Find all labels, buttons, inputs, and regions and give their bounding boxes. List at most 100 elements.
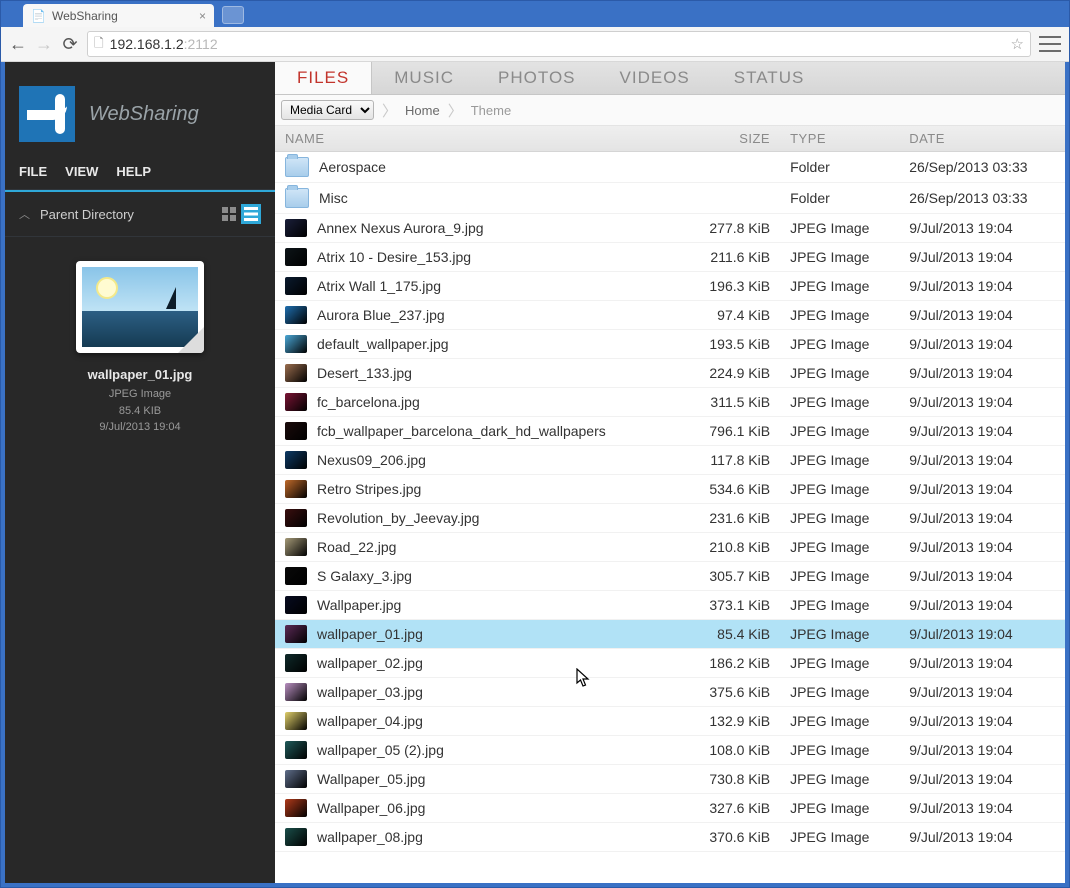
file-name: wallpaper_04.jpg	[317, 713, 423, 729]
table-row[interactable]: wallpaper_08.jpg370.6 KiBJPEG Image9/Jul…	[275, 823, 1065, 852]
image-thumb-icon	[285, 422, 307, 440]
table-row[interactable]: wallpaper_03.jpg375.6 KiBJPEG Image9/Jul…	[275, 678, 1065, 707]
file-date: 9/Jul/2013 19:04	[899, 243, 1065, 272]
file-date: 26/Sep/2013 03:33	[899, 183, 1065, 214]
parent-directory-link[interactable]: ︿ Parent Directory	[19, 206, 134, 222]
table-row[interactable]: AerospaceFolder26/Sep/2013 03:33	[275, 152, 1065, 183]
forward-button: →	[35, 35, 53, 53]
file-size: 97.4 KiB	[683, 301, 780, 330]
table-row[interactable]: Road_22.jpg210.8 KiBJPEG Image9/Jul/2013…	[275, 533, 1065, 562]
grid-view-button[interactable]	[219, 204, 239, 224]
file-name: Wallpaper_06.jpg	[317, 800, 425, 816]
sidebar: WebSharing FILE VIEW HELP ︿ Parent Directo…	[5, 62, 275, 883]
file-size: 730.8 KiB	[683, 765, 780, 794]
file-name: wallpaper_05 (2).jpg	[317, 742, 444, 758]
table-row[interactable]: wallpaper_05 (2).jpg108.0 KiBJPEG Image9…	[275, 736, 1065, 765]
file-name: fcb_wallpaper_barcelona_dark_hd_wallpape…	[317, 423, 606, 439]
file-type: JPEG Image	[780, 823, 899, 852]
col-name[interactable]: NAME	[275, 126, 683, 152]
table-row[interactable]: wallpaper_01.jpg85.4 KiBJPEG Image9/Jul/…	[275, 620, 1065, 649]
table-row[interactable]: Aurora Blue_237.jpg97.4 KiBJPEG Image9/J…	[275, 301, 1065, 330]
tab-videos[interactable]: VIDEOS	[598, 62, 712, 94]
breadcrumb-item[interactable]: Home	[405, 103, 440, 118]
file-type: JPEG Image	[780, 736, 899, 765]
table-row[interactable]: fcb_wallpaper_barcelona_dark_hd_wallpape…	[275, 417, 1065, 446]
breadcrumb-item[interactable]: Theme	[471, 103, 511, 118]
file-name: Misc	[319, 190, 348, 206]
file-date: 26/Sep/2013 03:33	[899, 152, 1065, 183]
file-type: JPEG Image	[780, 301, 899, 330]
file-table: NAME SIZE TYPE DATE AerospaceFolder26/Se…	[275, 126, 1065, 852]
table-row[interactable]: Wallpaper.jpg373.1 KiBJPEG Image9/Jul/20…	[275, 591, 1065, 620]
tab-files[interactable]: FILES	[275, 62, 372, 94]
table-row[interactable]: Wallpaper_06.jpg327.6 KiBJPEG Image9/Jul…	[275, 794, 1065, 823]
menu-help[interactable]: HELP	[116, 164, 151, 179]
brand: WebSharing	[5, 62, 275, 164]
file-size: 211.6 KiB	[683, 243, 780, 272]
menu-file[interactable]: FILE	[19, 164, 47, 179]
file-name: Nexus09_206.jpg	[317, 452, 426, 468]
image-thumb-icon	[285, 625, 307, 643]
file-size: 193.5 KiB	[683, 330, 780, 359]
file-type: JPEG Image	[780, 620, 899, 649]
table-row[interactable]: Atrix Wall 1_175.jpg196.3 KiBJPEG Image9…	[275, 272, 1065, 301]
col-size[interactable]: SIZE	[683, 126, 780, 152]
back-button[interactable]: ←	[9, 35, 27, 53]
image-thumb-icon	[285, 393, 307, 411]
file-grid-scroll[interactable]: NAME SIZE TYPE DATE AerospaceFolder26/Se…	[275, 126, 1065, 883]
table-row[interactable]: wallpaper_02.jpg186.2 KiBJPEG Image9/Jul…	[275, 649, 1065, 678]
col-type[interactable]: TYPE	[780, 126, 899, 152]
file-size	[683, 152, 780, 183]
bookmark-star-icon[interactable]: ☆	[1011, 35, 1024, 53]
file-size: 534.6 KiB	[683, 475, 780, 504]
source-select[interactable]: Media Card	[281, 100, 374, 120]
browser-toolbar: ← → ⟳ 🗋 192.168.1.2:2112 ☆	[1, 27, 1069, 62]
file-date: 9/Jul/2013 19:04	[899, 475, 1065, 504]
tab-status[interactable]: STATUS	[712, 62, 827, 94]
browser-tab[interactable]: 📄 WebSharing ×	[23, 4, 214, 27]
chevron-right-icon: 〉	[440, 100, 471, 121]
file-size: 117.8 KiB	[683, 446, 780, 475]
table-row[interactable]: S Galaxy_3.jpg305.7 KiBJPEG Image9/Jul/2…	[275, 562, 1065, 591]
table-row[interactable]: Revolution_by_Jeevay.jpg231.6 KiBJPEG Im…	[275, 504, 1065, 533]
window-maximize-button[interactable]: ☐	[1007, 1, 1036, 19]
tab-close-icon[interactable]: ×	[199, 9, 206, 23]
image-thumb-icon	[285, 248, 307, 266]
table-row[interactable]: wallpaper_04.jpg132.9 KiBJPEG Image9/Jul…	[275, 707, 1065, 736]
menu-view[interactable]: VIEW	[65, 164, 98, 179]
table-row[interactable]: Retro Stripes.jpg534.6 KiBJPEG Image9/Ju…	[275, 475, 1065, 504]
image-thumb-icon	[285, 741, 307, 759]
table-row[interactable]: Desert_133.jpg224.9 KiBJPEG Image9/Jul/2…	[275, 359, 1065, 388]
table-row[interactable]: Annex Nexus Aurora_9.jpg277.8 KiBJPEG Im…	[275, 214, 1065, 243]
preview-size: 85.4 KIB	[15, 403, 265, 420]
window-minimize-button[interactable]: ─	[978, 1, 1007, 19]
reload-button[interactable]: ⟳	[61, 35, 79, 53]
table-row[interactable]: default_wallpaper.jpg193.5 KiBJPEG Image…	[275, 330, 1065, 359]
image-thumb-icon	[285, 364, 307, 382]
table-row[interactable]: Atrix 10 - Desire_153.jpg211.6 KiBJPEG I…	[275, 243, 1065, 272]
file-type: JPEG Image	[780, 330, 899, 359]
preview-thumbnail	[76, 261, 204, 353]
table-row[interactable]: Nexus09_206.jpg117.8 KiBJPEG Image9/Jul/…	[275, 446, 1065, 475]
new-tab-button[interactable]	[222, 6, 244, 24]
file-date: 9/Jul/2013 19:04	[899, 301, 1065, 330]
tab-photos[interactable]: PHOTOS	[476, 62, 597, 94]
file-size: 196.3 KiB	[683, 272, 780, 301]
file-name: wallpaper_08.jpg	[317, 829, 423, 845]
window-close-button[interactable]: ✕	[1036, 1, 1065, 19]
table-row[interactable]: fc_barcelona.jpg311.5 KiBJPEG Image9/Jul…	[275, 388, 1065, 417]
image-thumb-icon	[285, 306, 307, 324]
file-size	[683, 183, 780, 214]
list-view-button[interactable]	[241, 204, 261, 224]
image-thumb-icon	[285, 480, 307, 498]
table-row[interactable]: MiscFolder26/Sep/2013 03:33	[275, 183, 1065, 214]
address-bar[interactable]: 🗋 192.168.1.2:2112 ☆	[87, 31, 1031, 57]
browser-menu-button[interactable]	[1039, 36, 1061, 52]
table-row[interactable]: Wallpaper_05.jpg730.8 KiBJPEG Image9/Jul…	[275, 765, 1065, 794]
image-thumb-icon	[285, 799, 307, 817]
file-name: Atrix Wall 1_175.jpg	[317, 278, 441, 294]
folder-icon	[285, 157, 309, 177]
file-date: 9/Jul/2013 19:04	[899, 794, 1065, 823]
col-date[interactable]: DATE	[899, 126, 1065, 152]
tab-music[interactable]: MUSIC	[372, 62, 476, 94]
